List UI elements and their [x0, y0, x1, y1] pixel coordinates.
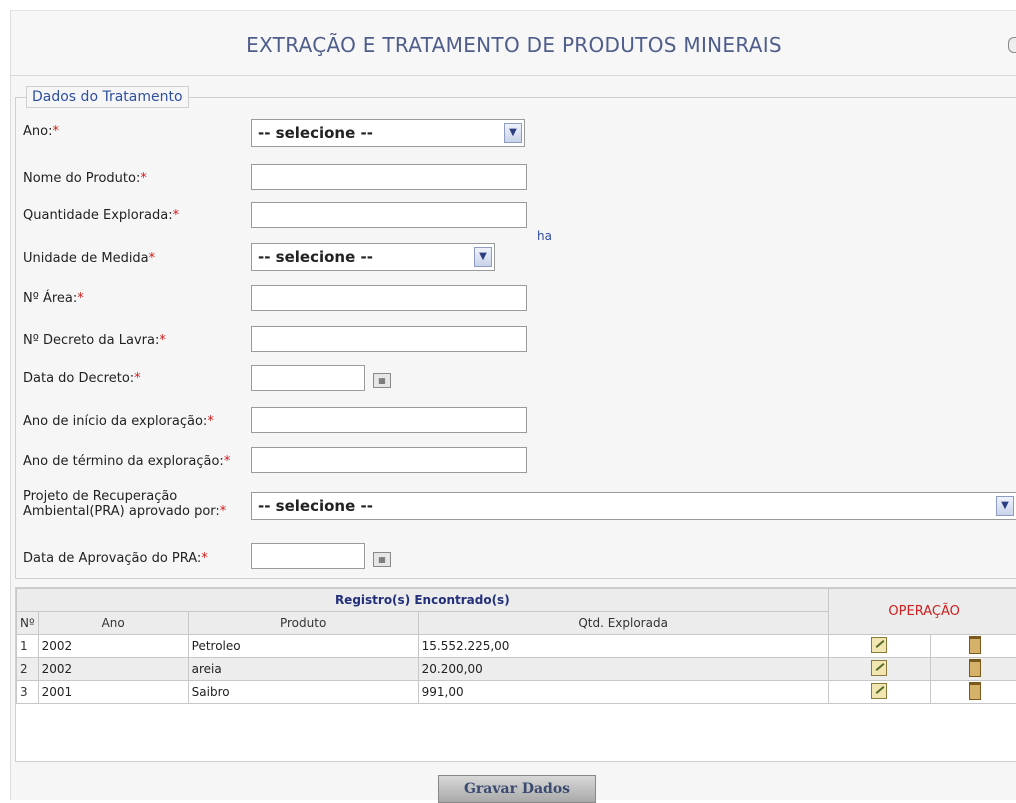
unidade-select[interactable]: -- selecione -- ▼ — [251, 243, 495, 271]
calendar-icon[interactable]: ▦ — [373, 373, 391, 388]
chevron-down-icon[interactable]: ▼ — [504, 123, 522, 143]
table-row: 3 2001 Saibro 991,00 — [17, 681, 1016, 704]
chevron-down-icon[interactable]: ▼ — [996, 496, 1014, 516]
data-decreto-label: Data do Decreto:* — [23, 371, 141, 386]
nome-produto-input[interactable] — [251, 164, 527, 190]
table-row: 1 2002 Petroleo 15.552.225,00 — [17, 635, 1016, 658]
col-produto-header: Produto — [188, 612, 418, 635]
pra-select[interactable]: -- selecione -- ▼ — [251, 492, 1016, 520]
area-unit: ha — [537, 229, 552, 243]
col-qtd-header: Qtd. Explorada — [418, 612, 828, 635]
trash-icon[interactable] — [969, 636, 981, 654]
col-num-header: Nº — [17, 612, 39, 635]
ano-inicio-label: Ano de início da exploração:* — [23, 414, 214, 429]
fieldset-legend: Dados do Tratamento — [26, 86, 189, 108]
edit-icon[interactable] — [871, 637, 887, 653]
page-frame: EXTRAÇÃO E TRATAMENTO DE PRODUTOS MINERA… — [10, 10, 1016, 800]
close-icon[interactable] — [1008, 37, 1016, 53]
unidade-label: Unidade de Medida* — [23, 251, 155, 266]
records-grid: Registro(s) Encontrado(s) OPERAÇÃO Nº An… — [15, 587, 1016, 762]
ano-select[interactable]: -- selecione -- ▼ — [251, 119, 525, 147]
table-row: 2 2002 areia 20.200,00 — [17, 658, 1016, 681]
ano-inicio-input[interactable] — [251, 407, 527, 433]
ano-termino-label: Ano de término da exploração:* — [23, 454, 230, 469]
area-label: Nº Área:* — [23, 291, 84, 306]
decreto-lavra-input[interactable] — [251, 326, 527, 352]
pra-label: Projeto de Recuperação Ambiental(PRA) ap… — [23, 489, 263, 519]
trash-icon[interactable] — [969, 682, 981, 700]
chevron-down-icon[interactable]: ▼ — [474, 247, 492, 267]
operation-header: OPERAÇÃO — [828, 589, 1016, 635]
ano-termino-input[interactable] — [251, 447, 527, 473]
trash-icon[interactable] — [969, 659, 981, 677]
data-pra-label: Data de Aprovação do PRA:* — [23, 551, 208, 566]
data-decreto-input[interactable] — [251, 365, 365, 391]
quantidade-label: Quantidade Explorada:* — [23, 208, 179, 223]
area-input[interactable] — [251, 285, 527, 311]
decreto-lavra-label: Nº Decreto da Lavra:* — [23, 333, 166, 348]
col-ano-header: Ano — [38, 612, 188, 635]
calendar-icon[interactable]: ▦ — [373, 552, 391, 567]
nome-produto-label: Nome do Produto:* — [23, 171, 147, 186]
edit-icon[interactable] — [871, 660, 887, 676]
title-bar: EXTRAÇÃO E TRATAMENTO DE PRODUTOS MINERA… — [11, 11, 1016, 76]
records-caption: Registro(s) Encontrado(s) — [17, 589, 829, 612]
edit-icon[interactable] — [871, 683, 887, 699]
ano-label: Ano:* — [23, 124, 59, 139]
data-pra-input[interactable] — [251, 543, 365, 569]
records-table: Registro(s) Encontrado(s) OPERAÇÃO Nº An… — [16, 588, 1016, 704]
quantidade-input[interactable] — [251, 202, 527, 228]
page-title: EXTRAÇÃO E TRATAMENTO DE PRODUTOS MINERA… — [11, 33, 1016, 57]
